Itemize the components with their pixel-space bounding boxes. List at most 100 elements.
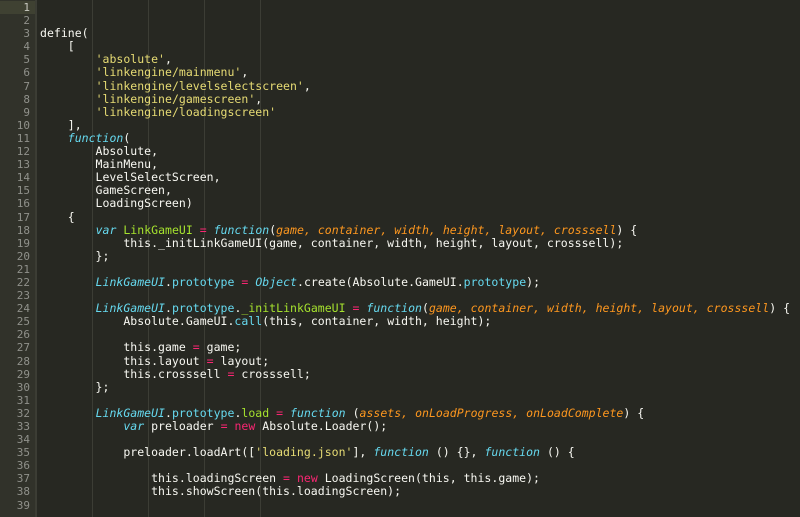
token-plain: GameScreen, <box>40 183 172 198</box>
line-number[interactable]: 3 <box>0 27 36 40</box>
code-line[interactable] <box>36 14 800 27</box>
line-number[interactable]: 10 <box>0 119 36 132</box>
line-number[interactable]: 7 <box>0 80 36 93</box>
token-prop: prototype <box>463 274 527 289</box>
line-number[interactable]: 28 <box>0 355 36 368</box>
line-number[interactable]: 29 <box>0 368 36 381</box>
token-plain: create(Absolute.GameUI. <box>303 274 464 289</box>
line-number[interactable]: 13 <box>0 158 36 171</box>
token-str: 'linkengine/loadingscreen' <box>95 104 277 119</box>
code-line[interactable] <box>36 1 800 14</box>
code-line[interactable]: ], <box>36 117 800 132</box>
token-plain: LoadingScreen(this, this.game); <box>317 471 540 486</box>
token-kw: function <box>213 222 270 237</box>
line-number[interactable]: 33 <box>0 420 36 433</box>
code-editor[interactable]: 1 2 3 4 5 6 7 8 9 10 11 12 13 14 15 16 17 18 19 20 21 22 23 24 2… <box>0 0 800 517</box>
token-punc: ) { <box>769 301 791 316</box>
token-plain: this.layout <box>40 353 207 368</box>
code-line[interactable]: preloader.loadArt(['loading.json'], func… <box>36 446 800 459</box>
token-punc: ( <box>123 130 131 145</box>
code-line[interactable]: }; <box>36 380 800 394</box>
code-line[interactable]: 'linkengine/loadingscreen' <box>36 104 800 119</box>
token-str: 'linkengine/mainmenu' <box>95 65 242 80</box>
token-kw: function <box>290 405 346 420</box>
line-number[interactable]: 4 <box>0 40 36 53</box>
code-line[interactable]: Absolute.GameUI.call(this, container, wi… <box>36 315 800 328</box>
line-number[interactable]: 16 <box>0 197 36 210</box>
token-punc: , <box>303 78 311 93</box>
token-plain: layout; <box>213 353 270 368</box>
line-number[interactable]: 1 <box>0 1 36 15</box>
token-cls: LinkGameUI <box>95 274 165 289</box>
code-line[interactable]: this._initLinkGameUI(game, container, wi… <box>36 236 800 250</box>
token-prop: prototype <box>171 301 235 316</box>
token-kw: var <box>95 222 117 237</box>
line-number[interactable]: 38 <box>0 485 36 498</box>
line-number[interactable]: 27 <box>0 341 36 354</box>
line-number[interactable]: 2 <box>0 14 36 27</box>
token-plain: }; <box>40 248 110 263</box>
code-line[interactable]: }; <box>36 248 800 263</box>
token-plain: ], <box>40 117 82 132</box>
token-op: = <box>220 419 228 433</box>
token-punc: ) { <box>623 405 645 420</box>
line-number[interactable]: 8 <box>0 93 36 106</box>
token-prop: prototype <box>171 405 235 420</box>
line-number[interactable]: 26 <box>0 328 36 341</box>
line-number[interactable]: 22 <box>0 276 36 289</box>
code-line[interactable]: var preloader = new Absolute.Loader(); <box>36 419 800 433</box>
line-number[interactable]: 30 <box>0 381 36 394</box>
token-cls: Object <box>255 274 297 289</box>
code-lines[interactable]: define( [ 'absolute', 'linkengine/mainme… <box>36 1 800 512</box>
token-fn: load <box>241 405 270 420</box>
line-number[interactable]: 25 <box>0 315 36 328</box>
line-number[interactable]: 17 <box>0 211 36 224</box>
line-number[interactable]: 35 <box>0 446 36 459</box>
token-punc: , <box>165 52 172 67</box>
line-number[interactable]: 9 <box>0 106 36 119</box>
line-number[interactable]: 15 <box>0 184 36 197</box>
line-number[interactable]: 11 <box>0 132 36 145</box>
code-line[interactable]: this.showScreen(this.loadingScreen); <box>36 485 800 498</box>
token-prop: prototype <box>171 274 235 289</box>
token-kw: function <box>484 445 541 460</box>
token-cls: LinkGameUI <box>95 301 165 316</box>
line-number[interactable]: 20 <box>0 250 36 263</box>
line-number[interactable]: 12 <box>0 145 36 158</box>
line-number[interactable]: 24 <box>0 302 36 315</box>
line-number[interactable]: 32 <box>0 407 36 420</box>
token-param: game, container, width, height, layout, … <box>276 222 617 237</box>
code-line[interactable]: this.crosssell = crosssell; <box>36 367 800 381</box>
line-number[interactable]: 23 <box>0 289 36 302</box>
token-plain: define( <box>40 26 89 41</box>
token-plain: () { <box>540 445 575 460</box>
line-number[interactable]: 14 <box>0 171 36 184</box>
token-punc: . <box>165 301 172 316</box>
code-line[interactable]: LinkGameUI.prototype = Object.create(Abs… <box>36 274 800 289</box>
code-line[interactable]: define( <box>36 27 800 40</box>
token-plain: preloader <box>144 419 221 433</box>
line-number[interactable]: 37 <box>0 472 36 485</box>
line-number[interactable]: 5 <box>0 53 36 66</box>
code-area[interactable]: define( [ 'absolute', 'linkengine/mainme… <box>36 0 800 517</box>
token-plain: this.game <box>40 340 193 355</box>
line-number[interactable]: 34 <box>0 433 36 446</box>
token-plain: Absolute.GameUI. <box>40 314 235 329</box>
token-plain: Absolute, <box>40 144 159 159</box>
line-number[interactable]: 31 <box>0 394 36 407</box>
code-line[interactable]: LoadingScreen) <box>36 197 800 210</box>
line-number[interactable]: 39 <box>0 499 36 512</box>
line-number[interactable]: 21 <box>0 263 36 276</box>
code-line[interactable] <box>36 499 800 512</box>
token-str: 'absolute' <box>95 52 165 67</box>
token-punc: ); <box>526 274 541 289</box>
line-number[interactable]: 6 <box>0 66 36 79</box>
line-number[interactable]: 19 <box>0 237 36 250</box>
line-number-gutter[interactable]: 1 2 3 4 5 6 7 8 9 10 11 12 13 14 15 16 17 18 19 20 21 22 23 24 2… <box>0 0 36 517</box>
token-plain: this, container, width, height); <box>269 314 492 329</box>
line-number[interactable]: 36 <box>0 459 36 472</box>
token-plain: Absolute.Loader(); <box>255 419 388 433</box>
line-number[interactable]: 18 <box>0 224 36 237</box>
